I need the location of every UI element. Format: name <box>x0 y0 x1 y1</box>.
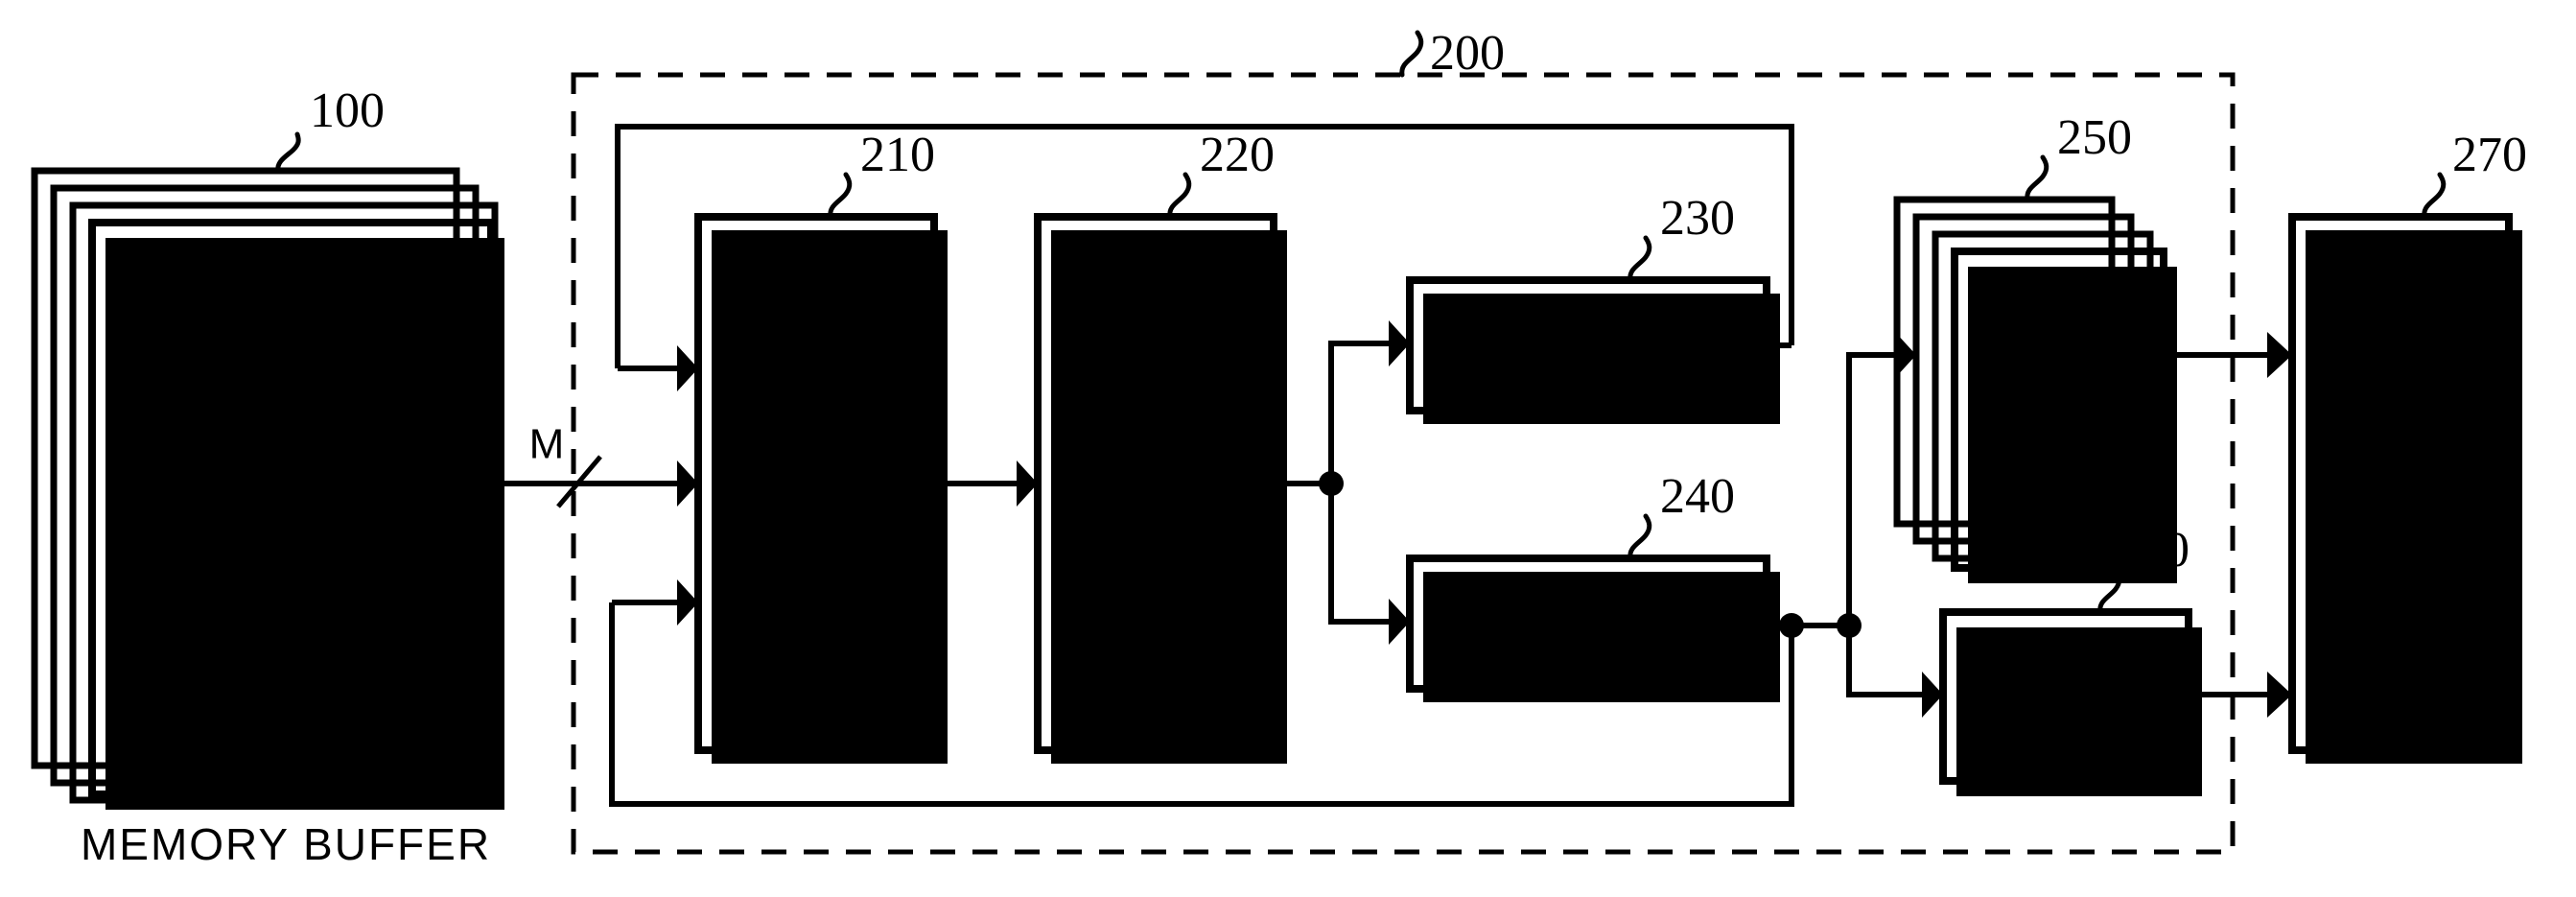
block-label-interleaver: INTERLEAVER <box>1461 325 1717 366</box>
block-label-l1-line2: LAYER <box>2333 486 2468 531</box>
ref-leader-270 <box>2422 172 2447 220</box>
ref-label-100: 100 <box>310 83 385 138</box>
ref-leader-220 <box>1167 172 1192 220</box>
block-label-siso-line1: SISO <box>1106 425 1206 470</box>
arrow-output-buffer-to-l1 <box>2164 332 2292 378</box>
ref-label-220: 220 <box>1200 128 1275 182</box>
ref-label-240: 240 <box>1660 469 1735 524</box>
mux-input-arrows: M <box>491 345 698 626</box>
block-label-output-buffer-line2: BUFFER <box>1976 408 2143 453</box>
block-label-deinterleaver: DEINTERLEAVER <box>1435 603 1742 644</box>
ref-label-210: 210 <box>860 128 935 182</box>
block-siso-decoder[interactable]: SISO DECODER 220 <box>1034 128 1287 764</box>
memory-cell-label-parity1: Parity 1 code <box>169 381 415 428</box>
block-interleaver[interactable]: INTERLEAVER 230 <box>1406 191 1780 424</box>
ref-label-200: 200 <box>1430 26 1505 81</box>
block-diagram-canvas: Systematic code Parity 1 code Parity 2 c… <box>31 26 2527 869</box>
siso-output-split <box>1274 320 1410 645</box>
memory-buffer-caption: MEMORY BUFFER <box>81 819 491 869</box>
arrow-crc-to-l1 <box>2189 672 2292 718</box>
ref-label-270: 270 <box>2452 128 2527 182</box>
block-output-buffer[interactable]: OUTPUT BUFFER 250 <box>1893 110 2177 583</box>
memory-cell-label-parity2: Parity 2 code <box>169 584 415 631</box>
block-label-output-buffer-line1: OUTPUT <box>1974 354 2145 399</box>
block-label-l1-line1: L1 <box>2377 431 2424 476</box>
block-label-crc-line1: CRC <box>2021 644 2111 689</box>
arrow-mux-to-siso <box>934 460 1038 507</box>
ref-label-260: 260 <box>2115 523 2190 578</box>
memory-buffer-shadow <box>105 238 504 810</box>
ref-leader-230 <box>1628 235 1652 283</box>
block-l1-layer[interactable]: L1 LAYER 270 <box>2288 128 2527 764</box>
ref-label-250: 250 <box>2057 110 2132 165</box>
ref-leader-100 <box>275 131 301 174</box>
block-label-crc-line2: CHECKER <box>1964 697 2167 743</box>
block-deinterleaver[interactable]: DEINTERLEAVER 240 <box>1406 469 1780 702</box>
memory-buffer-group: Systematic code Parity 1 code Parity 2 c… <box>31 83 504 869</box>
bus-width-label: M <box>529 421 565 468</box>
ref-leader-250 <box>2025 154 2049 202</box>
patent-figure: Systematic code Parity 1 code Parity 2 c… <box>0 0 2576 897</box>
ref-leader-200 <box>1399 30 1424 78</box>
ref-leader-210 <box>828 172 853 220</box>
junction-dot-deint-a <box>1779 613 1804 638</box>
block-label-siso-line2: DECODER <box>1051 484 1259 530</box>
block-mux[interactable]: MUX 210 <box>694 128 948 764</box>
ref-leader-240 <box>1628 513 1652 561</box>
ref-label-230: 230 <box>1660 191 1735 246</box>
block-label-mux: MUX <box>770 458 862 503</box>
memory-cell-label-systematic: Systematic code <box>137 270 447 317</box>
